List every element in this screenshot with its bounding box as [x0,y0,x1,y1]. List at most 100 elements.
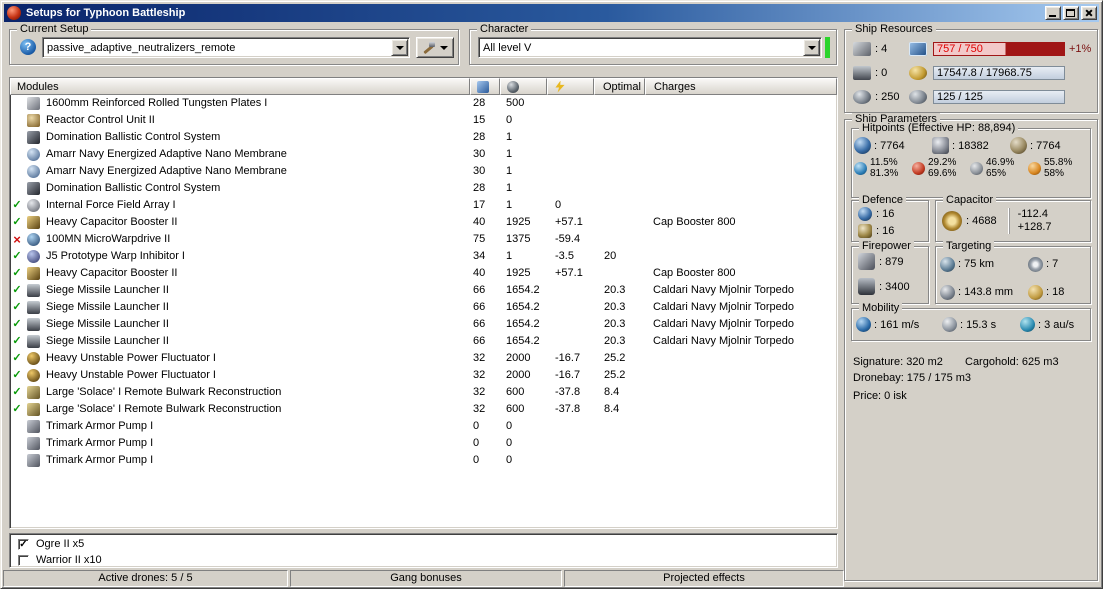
active-check-icon: ✓ [12,386,22,398]
table-row[interactable]: Reactor Control Unit II 15 0 [10,112,837,129]
maximize-button[interactable] [1063,6,1079,20]
gang-bonuses-tab[interactable]: Gang bonuses [290,570,562,587]
minimize-button[interactable] [1045,6,1061,20]
table-row[interactable]: ✓ Large 'Solace' I Remote Bulwark Reconst… [10,384,837,401]
table-row[interactable]: ✓ Siege Missile Launcher II 66 1654.2 20.3 Ca… [10,316,837,333]
thermal-armor-resist: 69.6% [928,168,957,179]
table-row[interactable]: ✓ J5 Prototype Warp Inhibitor I 34 1 -3.5 20 [10,248,837,265]
module-pg-value: 600 [506,386,525,398]
module-pg-value: 1654.2 [506,335,540,347]
drone-bandwidth-icon [909,89,927,104]
cap-booster-icon [27,216,40,229]
table-row[interactable]: ✓ Heavy Unstable Power Fluctuator I 32 2000… [10,350,837,367]
turret-hardpoint-icon [853,41,871,56]
active-check-icon: ✓ [12,199,22,211]
target-range-value: : 75 km [958,258,995,270]
character-combobox-arrow[interactable] [803,39,820,56]
capacitor-column-icon [555,80,565,93]
table-row[interactable]: ✓ Siege Missile Launcher II 66 1654.2 20.3 Ca… [10,282,837,299]
modules-table: Modules Optimal Charges 1600mm Reinforce… [9,77,838,529]
setup-combobox[interactable]: passive_adaptive_neutralizers_remote [42,37,410,58]
projected-effects-tab[interactable]: Projected effects [564,570,844,587]
table-row[interactable]: ✓ Large 'Solace' I Remote Bulwark Reconst… [10,401,837,418]
setup-tools-button[interactable] [416,37,454,58]
module-cpu-value: 17 [473,199,486,211]
module-name: J5 Prototype Warp Inhibitor I [46,250,185,262]
character-panel: Character All level V [469,23,837,65]
checkbox-checked[interactable]: ✓ [18,538,29,550]
checkbox-unchecked[interactable] [18,554,29,566]
module-name-cell: Reactor Control Unit II [24,112,470,129]
module-name-cell: Amarr Navy Energized Adaptive Nano Membr… [24,163,470,180]
drone-item[interactable]: ✓ Ogre II x5 [10,536,837,552]
module-name-cell: Heavy Unstable Power Fluctuator I [24,350,470,367]
armor-plate-icon [27,97,40,110]
capacitor-column-header[interactable] [547,78,594,95]
em-resist-icon [854,161,867,175]
module-pg-value: 2000 [506,369,531,381]
targeting-panel: Targeting : 75 km : 7 : 143.8 mm : 18 [935,240,1091,304]
module-pg-value: 1375 [506,233,531,245]
powergrid-column-header[interactable] [500,78,547,95]
table-row[interactable]: ✓ Heavy Capacitor Booster II 40 1925 +57.1 Ca… [10,265,837,282]
table-row[interactable]: 1600mm Reinforced Rolled Tungsten Plates… [10,95,837,112]
current-setup-label: Current Setup [17,23,92,36]
module-name-cell: 100MN MicroWarpdrive II [24,231,470,248]
explosive-armor-resist: 58% [1044,168,1065,179]
table-row[interactable]: ✓ Siege Missile Launcher II 66 1654.2 20.3 Ca… [10,299,837,316]
table-row[interactable]: ✓ Heavy Unstable Power Fluctuator I 32 2000… [10,367,837,384]
modules-column-header[interactable]: Modules [10,78,470,95]
title-bar[interactable]: Setups for Typhoon Battleship [4,4,1099,22]
max-targets-value: : 7 [1046,258,1059,270]
speed-icon [856,317,871,332]
setup-combobox-arrow[interactable] [391,39,408,56]
module-cpu-value: 0 [473,454,480,466]
table-row[interactable]: × 100MN MicroWarpdrive II 75 1375 -59.4 [10,231,837,248]
active-check-icon: ✓ [12,250,22,262]
module-name-cell: Siege Missile Launcher II [24,282,470,299]
cpu-column-icon [477,80,489,93]
module-name-cell: Trimark Armor Pump I [24,435,470,452]
table-row[interactable]: Domination Ballistic Control System 28 1 [10,129,837,146]
help-icon[interactable]: ? [20,39,36,55]
capacitor-drain-value: -112.4 [1017,208,1048,220]
capacitor-value: : 4688 [966,215,997,227]
character-combobox[interactable]: All level V [478,37,822,58]
offline-cross-icon: × [13,232,21,247]
drone-bandwidth-text: 125 / 125 [937,90,983,103]
cpu-column-header[interactable] [470,78,500,95]
charges-column-header[interactable]: Charges [645,78,837,95]
chevron-down-icon [807,45,816,50]
table-row[interactable]: ✓ Siege Missile Launcher II 66 1654.2 20.3 Ca… [10,333,837,350]
table-row[interactable]: Amarr Navy Energized Adaptive Nano Membr… [10,163,837,180]
table-row[interactable]: Domination Ballistic Control System 28 1 [10,180,837,197]
ship-parameters-panel: Ship Parameters Hitpoints (Effective HP:… [844,113,1098,581]
optimal-column-header[interactable]: Optimal [594,78,645,95]
table-row[interactable]: Trimark Armor Pump I 0 0 [10,452,837,469]
table-row[interactable]: Trimark Armor Pump I 0 0 [10,435,837,452]
module-name-cell: Heavy Unstable Power Fluctuator I [24,367,470,384]
table-row[interactable]: ✓ Internal Force Field Array I 17 1 0 [10,197,837,214]
turret-dps-icon [858,253,875,270]
module-name: Domination Ballistic Control System [46,131,221,143]
missile-launcher-icon [27,284,40,297]
table-row[interactable]: ✓ Heavy Capacitor Booster II 40 1925 +57.1 Ca… [10,214,837,231]
window-title: Setups for Typhoon Battleship [26,7,186,19]
module-pg-value: 1 [506,148,513,160]
drone-item[interactable]: Warrior II x10 [10,552,837,568]
module-name-cell: Siege Missile Launcher II [24,333,470,350]
table-row[interactable]: Trimark Armor Pump I 0 0 [10,418,837,435]
module-pg-value: 0 [506,420,513,432]
status-bar: Active drones: 5 / 5 Gang bonuses Projec… [3,570,844,587]
module-optimal-value: 20.3 [604,318,626,330]
em-armor-resist: 81.3% [870,168,899,179]
table-row[interactable]: Amarr Navy Energized Adaptive Nano Membr… [10,146,837,163]
module-cpu-value: 75 [473,233,486,245]
module-optimal-value: 20.3 [604,335,626,347]
powergrid-bar: 17547.8 / 17968.75 [933,65,1065,80]
module-name: 1600mm Reinforced Rolled Tungsten Plates… [46,97,268,109]
module-cpu-value: 32 [473,369,486,381]
armor-repair-icon [858,224,872,238]
close-button[interactable] [1081,6,1097,20]
volley-row: : 3400 [852,278,928,295]
